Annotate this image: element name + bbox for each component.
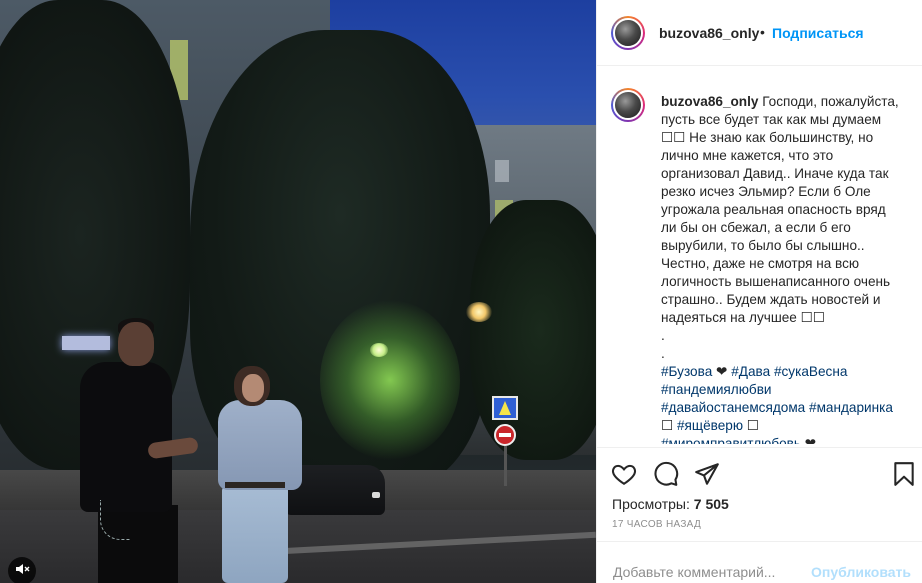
caption-text-fragment: ❤ xyxy=(800,436,817,444)
caption-username[interactable]: buzova86_only xyxy=(661,94,758,109)
woman-face xyxy=(242,374,264,402)
post-side-panel: buzova86_only • Подписаться buzova86_onl… xyxy=(596,0,922,583)
hashtag-link[interactable]: #пандемиялюбви xyxy=(661,382,772,397)
caption-line: вырубили, то было бы слышно.. xyxy=(661,238,865,253)
hashtag-line: ☐ #ящёверю ☐ xyxy=(661,417,911,435)
author-avatar[interactable] xyxy=(611,16,645,50)
views-count[interactable]: Просмотры: 7 505 xyxy=(612,496,729,512)
caption-line: пусть все будет так как мы думаем xyxy=(661,112,882,127)
caption-avatar[interactable] xyxy=(611,88,645,122)
hashtag-link[interactable]: #миромправитлюбовь xyxy=(661,436,801,444)
caption-line: надеяться на лучшее ☐☐ xyxy=(661,310,825,325)
speaker-muted-icon xyxy=(16,564,30,574)
caption-line: страшно.. Будем ждать новостей и xyxy=(661,292,881,307)
caption-line: ☐☐ Не знаю как большинству, но xyxy=(661,130,874,145)
separator-dot: • xyxy=(760,24,765,40)
caption-line: лично мне кажется, что это xyxy=(661,148,834,163)
caption-text: buzova86_only Господи, пожалуйста, пусть… xyxy=(661,93,911,444)
sign-pole xyxy=(504,446,507,486)
caption-area: buzova86_only Господи, пожалуйста, пусть… xyxy=(597,66,922,444)
caption-line: Господи, пожалуйста, xyxy=(762,94,899,109)
man-figure xyxy=(80,362,172,512)
post-header: buzova86_only • Подписаться xyxy=(597,0,922,66)
hashtag-line: #Бузова ❤ #Дава #сукаВесна xyxy=(661,363,911,381)
caption-line: . xyxy=(661,328,665,343)
comment-form: Добавьте комментарий... Опубликовать xyxy=(597,541,922,583)
no-entry-sign xyxy=(494,424,516,446)
woman-figure xyxy=(218,400,302,490)
heart-icon[interactable] xyxy=(611,461,637,487)
mute-button[interactable] xyxy=(8,557,36,583)
caption-line: резко исчез Эльмир? Если б Оле xyxy=(661,184,871,199)
car-light xyxy=(372,492,380,498)
hashtag-link[interactable]: #сукаВесна xyxy=(774,364,847,379)
woman-legs xyxy=(222,485,288,583)
green-light-glow xyxy=(320,300,460,460)
street-lamp xyxy=(466,302,492,322)
author-username[interactable]: buzova86_only xyxy=(659,25,759,41)
hashtag-link[interactable]: #Бузова xyxy=(661,364,712,379)
belt xyxy=(225,482,285,488)
neon-sign xyxy=(62,336,110,350)
hashtag-link[interactable]: #ящёверю xyxy=(677,418,743,433)
follow-button[interactable]: Подписаться xyxy=(772,25,864,41)
comment-icon[interactable] xyxy=(653,461,679,487)
caption-text-fragment: ☐ xyxy=(661,418,677,433)
caption-text-fragment: ☐ xyxy=(743,418,759,433)
caption-line: логичность вышенаписанного очень xyxy=(661,274,891,289)
hashtag-line: #давайостанемсядома #мандаринка xyxy=(661,399,911,417)
pedestrian-crossing-sign xyxy=(492,396,518,420)
man-head xyxy=(118,322,154,366)
bookmark-icon[interactable] xyxy=(891,461,917,487)
hashtag-link[interactable]: #давайостанемсядома xyxy=(661,400,805,415)
caption-line: угрожала реальная опасность вряд xyxy=(661,202,886,217)
share-icon[interactable] xyxy=(694,461,720,487)
street-lamp xyxy=(370,343,388,357)
window xyxy=(495,160,509,182)
caption-line: организовал Давид.. Иначе куда так xyxy=(661,166,889,181)
hashtag-link[interactable]: #Дава xyxy=(731,364,770,379)
comment-input[interactable]: Добавьте комментарий... xyxy=(613,564,775,580)
caption-line: . xyxy=(661,346,665,361)
caption-text-fragment: ❤ xyxy=(712,364,732,379)
post-timestamp[interactable]: 17 часов назад xyxy=(612,519,701,530)
caption-line: ли бы он сбежал, а если б его xyxy=(661,220,851,235)
views-label: Просмотры: xyxy=(612,496,690,512)
post-comment-button[interactable]: Опубликовать xyxy=(811,564,911,580)
views-value: 7 505 xyxy=(693,496,729,512)
caption-line: Честно, даже не смотря на всю xyxy=(661,256,860,271)
hashtag-link[interactable]: #мандаринка xyxy=(809,400,893,415)
post-video[interactable] xyxy=(0,0,596,583)
hashtag-line: #миромправитлюбовь ❤ xyxy=(661,435,911,444)
tree xyxy=(470,200,596,460)
hashtag-line: #пандемиялюбви xyxy=(661,381,911,399)
